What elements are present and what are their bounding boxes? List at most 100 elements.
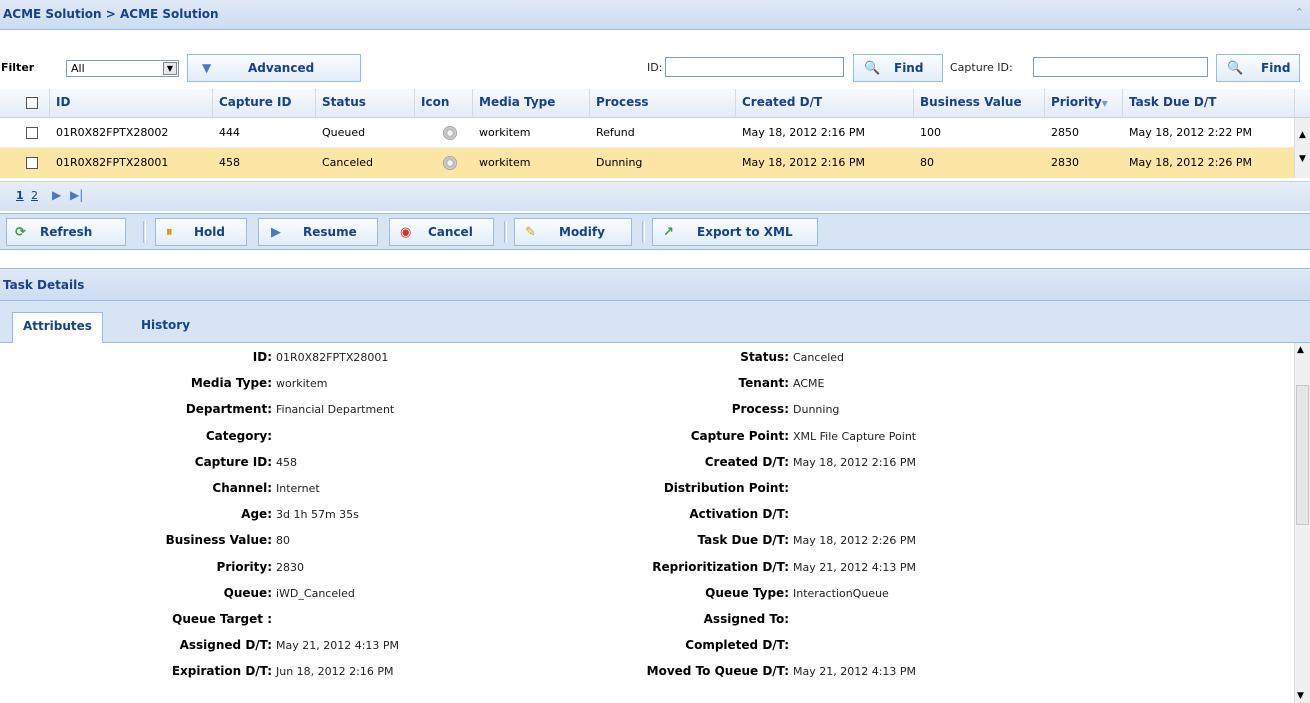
- col-header-task-due[interactable]: Task Due D/T: [1123, 89, 1295, 117]
- attr-value: InteractionQueue: [793, 586, 889, 600]
- attr-value: 01R0X82FPTX28001: [276, 351, 389, 364]
- last-page-icon[interactable]: ▶|: [70, 188, 83, 202]
- attr-value: May 21, 2012 4:13 PM: [793, 665, 917, 679]
- attr-label: Assigned To:: [703, 612, 789, 626]
- gear-icon: [443, 126, 457, 140]
- next-page-icon[interactable]: ▶: [52, 188, 61, 202]
- col-header-id[interactable]: ID: [50, 89, 213, 117]
- attr-label: Created D/T:: [704, 454, 789, 469]
- refresh-label: Refresh: [40, 225, 93, 239]
- scroll-down-icon[interactable]: ▼: [1295, 154, 1310, 164]
- attr-label: Channel:: [212, 481, 272, 495]
- attr-value: May 21, 2012 4:13 PM: [793, 560, 917, 574]
- id-input[interactable]: [665, 57, 844, 77]
- attr-label: Queue Target :: [172, 612, 272, 626]
- attributes-panel: ID: 01R0X82FPTX28001 Media Type: workitem De…: [0, 343, 1294, 703]
- table-row[interactable]: 01R0X82FPTX28002 444 Queued workitem Ref…: [0, 118, 1294, 148]
- attr-value: 3d 1h 57m 35s: [276, 508, 359, 522]
- attr-label: Capture ID:: [194, 454, 272, 469]
- attr-label: Media Type:: [190, 376, 272, 391]
- attr-label: Task Due D/T:: [697, 533, 789, 548]
- capture-id-input[interactable]: [1033, 57, 1208, 77]
- attr-value: May 21, 2012 4:13 PM: [276, 639, 400, 653]
- scroll-thumb[interactable]: [1296, 385, 1309, 525]
- attr-value: ACME: [793, 377, 825, 391]
- sort-desc-icon: ▼: [1101, 99, 1108, 108]
- cancel-button[interactable]: ◉ Cancel: [389, 218, 494, 246]
- attr-label: Moved To Queue D/T:: [646, 664, 789, 679]
- col-header-process[interactable]: Process: [590, 89, 736, 117]
- tab-attributes[interactable]: Attributes: [12, 312, 103, 343]
- refresh-button[interactable]: ⟳ Refresh: [6, 218, 126, 246]
- play-icon: ▶: [271, 225, 281, 240]
- toolbar-separator: [143, 221, 146, 243]
- attr-label: Completed D/T:: [685, 638, 789, 653]
- attr-value: workitem: [276, 377, 328, 391]
- funnel-icon: ▼: [202, 61, 212, 75]
- refresh-icon: ⟳: [15, 225, 26, 240]
- page-link-2[interactable]: 2: [31, 189, 38, 202]
- filter-select[interactable]: All ▼: [66, 60, 179, 77]
- export-xml-button[interactable]: ↗ Export to XML: [652, 218, 818, 246]
- resume-button[interactable]: ▶ Resume: [258, 218, 378, 246]
- resume-label: Resume: [303, 225, 357, 239]
- find-button[interactable]: 🔍 Find: [853, 54, 943, 82]
- row-checkbox[interactable]: [26, 127, 38, 139]
- grid-header: ID Capture ID Status Icon Media Type Pro…: [0, 89, 1310, 118]
- pager: 1 2 ▶ ▶|: [0, 181, 1310, 211]
- attr-label: Age:: [241, 507, 272, 522]
- stop-icon: ◉: [400, 225, 412, 240]
- attr-value: Jun 18, 2012 2:16 PM: [276, 665, 394, 679]
- col-header-priority[interactable]: Priority▼: [1045, 89, 1123, 117]
- page-link-1[interactable]: 1: [16, 189, 24, 202]
- cell-capture-id: 444: [219, 126, 240, 139]
- attr-value: Internet: [276, 482, 320, 495]
- attr-label: Assigned D/T:: [179, 638, 272, 653]
- modify-button[interactable]: ✎ Modify: [514, 218, 632, 246]
- chevron-down-icon[interactable]: ▼: [163, 62, 177, 75]
- advanced-button[interactable]: ▼ Advanced: [187, 54, 361, 82]
- cell-process: Dunning: [596, 156, 643, 169]
- attr-label: Process:: [731, 402, 789, 417]
- table-row-selected[interactable]: 01R0X82FPTX28001 458 Canceled workitem D…: [0, 148, 1294, 178]
- hold-button[interactable]: ⏸ Hold: [155, 218, 247, 246]
- details-tabs: Attributes History: [0, 301, 1310, 343]
- search-icon: 🔍: [1227, 61, 1244, 76]
- row-checkbox[interactable]: [26, 157, 38, 169]
- filter-bar: Filter All ▼ ▼ Advanced ID: 🔍 Find Captu…: [0, 51, 1310, 84]
- scroll-up-icon[interactable]: ▲: [1295, 130, 1310, 140]
- pause-icon: ⏸: [166, 225, 173, 240]
- attr-label: Capture Point:: [690, 428, 789, 443]
- col-header-priority-label: Priority: [1051, 95, 1102, 109]
- col-header-business-value[interactable]: Business Value: [914, 89, 1045, 117]
- tab-history[interactable]: History: [131, 312, 200, 343]
- cell-capture-id: 458: [219, 156, 240, 169]
- col-header-media-type[interactable]: Media Type: [473, 89, 590, 117]
- attr-value: Canceled: [793, 351, 845, 364]
- find-capture-label: Find: [1261, 61, 1291, 75]
- task-details-header: Task Details: [0, 268, 1310, 301]
- attr-label: Queue:: [223, 585, 272, 600]
- scroll-up-icon[interactable]: ▲: [1297, 345, 1304, 355]
- find-label: Find: [894, 61, 924, 75]
- scroll-down-icon[interactable]: ▼: [1297, 691, 1304, 701]
- collapse-icon[interactable]: ⌃: [1295, 6, 1304, 19]
- action-toolbar: ⟳ Refresh ⏸ Hold ▶ Resume ◉ Cancel ✎ Mod…: [0, 213, 1310, 250]
- attr-label: Reprioritization D/T:: [652, 559, 789, 574]
- find-capture-button[interactable]: 🔍 Find: [1216, 54, 1300, 82]
- attr-value: 2830: [276, 560, 304, 574]
- col-header-created[interactable]: Created D/T: [736, 89, 914, 117]
- select-all-checkbox[interactable]: [26, 97, 38, 109]
- col-header-icon[interactable]: Icon: [415, 89, 473, 117]
- panel-title: ACME Solution > ACME Solution: [3, 7, 219, 21]
- cell-created: May 18, 2012 2:16 PM: [742, 126, 866, 139]
- attr-label: Department:: [185, 402, 272, 417]
- attr-label: Category:: [205, 428, 272, 443]
- toolbar-separator: [504, 221, 507, 243]
- attr-label: Distribution Point:: [663, 481, 789, 495]
- details-scrollbar[interactable]: ▲ ▼: [1294, 343, 1310, 703]
- col-header-status[interactable]: Status: [316, 89, 415, 117]
- grid-scrollbar[interactable]: ▲ ▼: [1294, 118, 1310, 178]
- attr-value: Financial Department: [276, 403, 395, 417]
- col-header-capture-id[interactable]: Capture ID: [213, 89, 316, 117]
